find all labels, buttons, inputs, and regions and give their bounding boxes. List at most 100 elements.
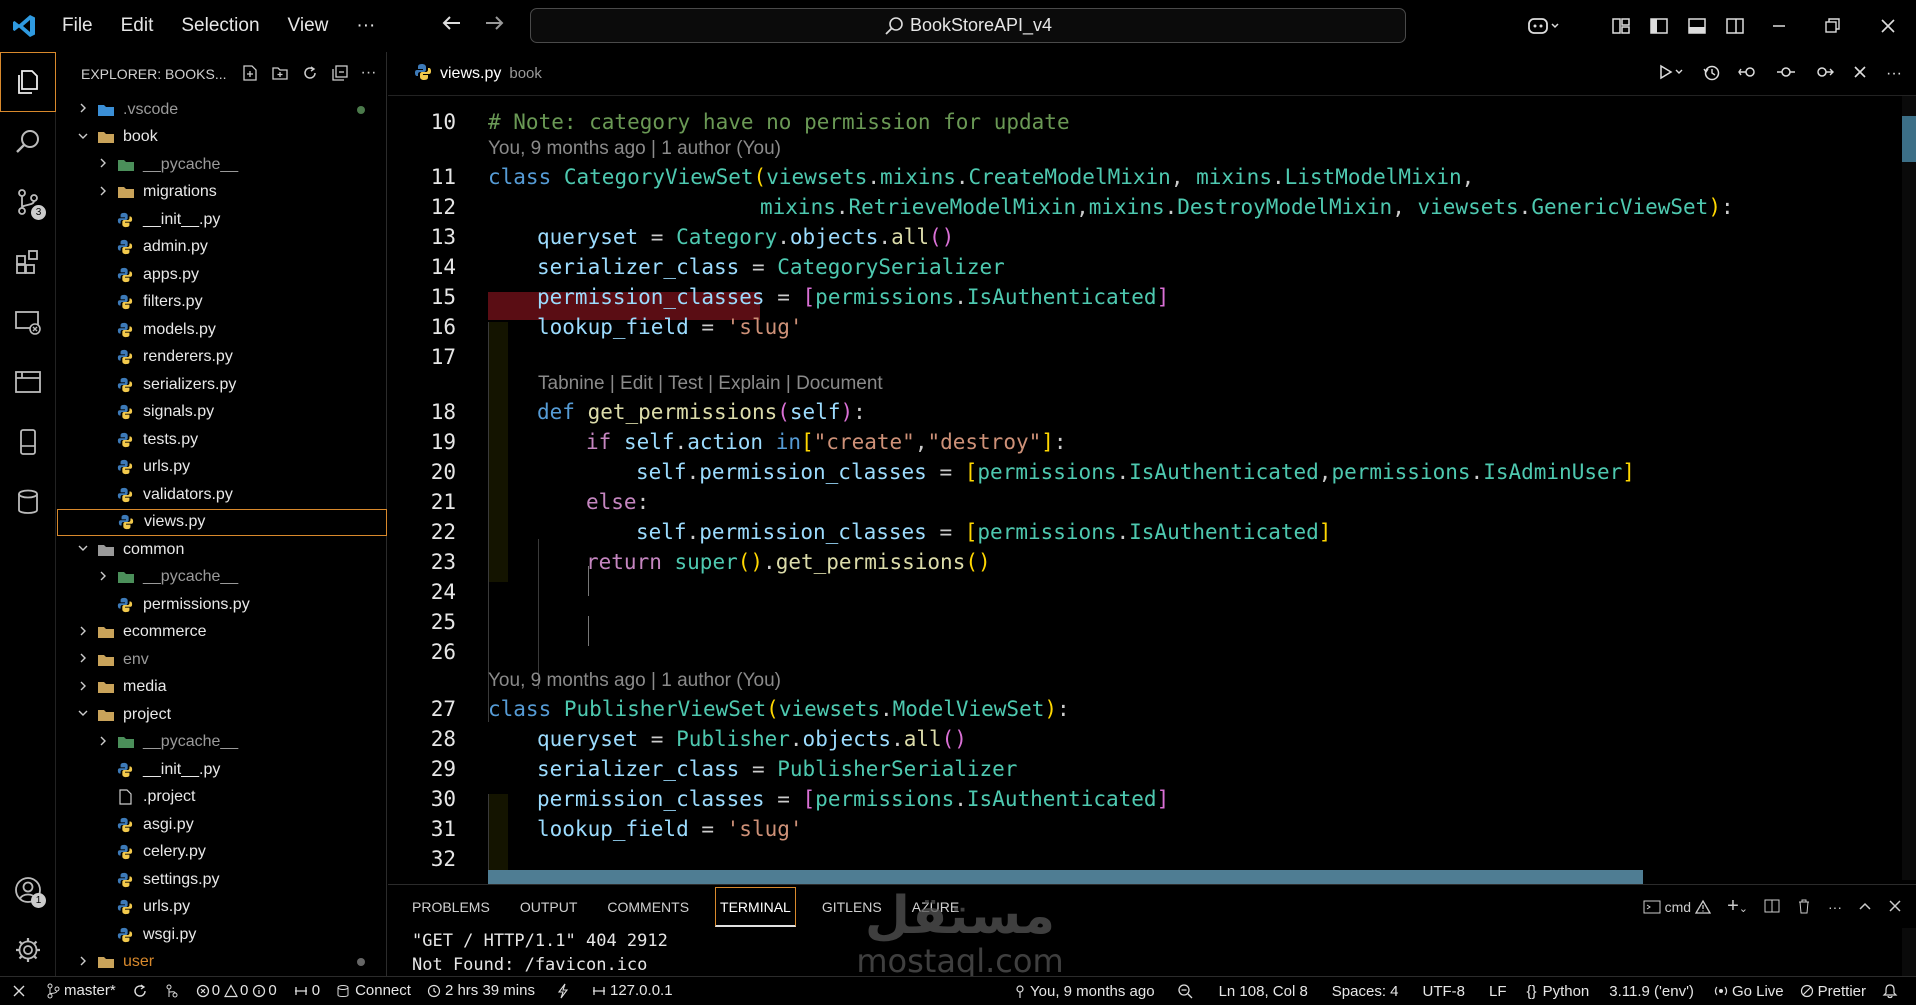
tree-folder[interactable]: book — [57, 124, 387, 151]
tree-folder[interactable]: __pycache__ — [57, 729, 387, 756]
cursor-position[interactable]: Ln 108, Col 8 — [1207, 983, 1320, 1000]
tree-file[interactable]: tests.py — [57, 426, 387, 453]
forward-arrow-icon[interactable] — [484, 12, 506, 38]
source-control-icon[interactable]: 3 — [0, 172, 56, 232]
tree-file[interactable]: __init__.py — [57, 756, 387, 783]
zoom-icon[interactable] — [1163, 983, 1207, 999]
tree-file[interactable]: filters.py — [57, 289, 387, 316]
vertical-scrollbar[interactable] — [1902, 96, 1916, 880]
connect-button[interactable]: Connect — [328, 982, 419, 999]
toggle-sidebar-icon[interactable] — [1640, 16, 1678, 36]
tree-file[interactable]: urls.py — [57, 894, 387, 921]
prettier-indicator[interactable]: Prettier — [1792, 983, 1874, 1000]
tree-folder[interactable]: __pycache__ — [57, 151, 387, 178]
tree-file[interactable]: settings.py — [57, 866, 387, 893]
tree-folder[interactable]: project — [57, 701, 387, 728]
toggle-panel-icon[interactable] — [1678, 16, 1716, 36]
remote-explorer-icon[interactable] — [0, 292, 56, 352]
tree-folder[interactable]: ecommerce — [57, 619, 387, 646]
customize-layout-icon[interactable] — [1602, 16, 1640, 36]
git-blame-annotation[interactable]: You, 9 months ago | 1 author (You) — [488, 138, 781, 160]
explorer-icon[interactable] — [0, 52, 56, 112]
tree-folder[interactable]: media — [57, 674, 387, 701]
copilot-icon[interactable] — [1516, 16, 1572, 36]
close-window-icon[interactable] — [1860, 16, 1916, 36]
run-icon[interactable] — [1658, 63, 1684, 85]
panels-icon[interactable] — [0, 352, 56, 412]
tab-terminal[interactable]: TERMINAL — [715, 887, 796, 927]
minimize-icon[interactable] — [1754, 16, 1804, 36]
maximize-panel-icon[interactable] — [1858, 899, 1872, 916]
tree-folder[interactable]: migrations — [57, 179, 387, 206]
encoding[interactable]: UTF-8 — [1411, 983, 1478, 1000]
menu-edit[interactable]: Edit — [107, 15, 168, 37]
go-live-button[interactable]: Go Live — [1706, 983, 1792, 1000]
tree-file[interactable]: validators.py — [57, 481, 387, 508]
sync-icon[interactable] — [124, 983, 156, 999]
tree-folder[interactable]: .vscode — [57, 96, 387, 123]
tree-file[interactable]: celery.py — [57, 839, 387, 866]
close-editor-icon[interactable] — [1852, 64, 1868, 84]
tree-file[interactable]: renderers.py — [57, 344, 387, 371]
tree-file[interactable]: wsgi.py — [57, 921, 387, 948]
git-blame-annotation[interactable]: You, 9 months ago | 1 author (You) — [488, 670, 781, 692]
wakatime-indicator[interactable]: 2 hrs 39 mins — [419, 982, 543, 999]
tree-file[interactable]: __init__.py — [57, 206, 387, 233]
horizontal-scrollbar[interactable] — [488, 870, 1643, 884]
tree-file[interactable]: permissions.py — [57, 591, 387, 618]
tab-views-py[interactable]: views.py book — [388, 52, 542, 96]
new-file-icon[interactable] — [241, 64, 259, 85]
tree-file[interactable]: serializers.py — [57, 371, 387, 398]
server-indicator[interactable]: 127.0.0.1 — [583, 982, 681, 999]
commit-icon[interactable] — [1776, 63, 1796, 85]
tree-file[interactable]: apps.py — [57, 261, 387, 288]
close-panel-icon[interactable] — [1888, 899, 1902, 916]
toggle-secondary-sidebar-icon[interactable] — [1716, 16, 1754, 36]
terminal-output[interactable]: "GET / HTTP/1.1" 404 2912 Not Found: /fa… — [388, 929, 1916, 977]
problems-indicator[interactable]: 0 0 0 — [188, 982, 285, 999]
language-mode[interactable]: {} Python — [1519, 983, 1598, 1000]
tree-file[interactable]: models.py — [57, 316, 387, 343]
tab-problems[interactable]: PROBLEMS — [412, 887, 490, 927]
editor-more-icon[interactable]: ··· — [1886, 65, 1902, 83]
terminal-shell-selector[interactable]: cmd — [1643, 899, 1712, 915]
tab-output[interactable]: OUTPUT — [520, 887, 578, 927]
back-arrow-icon[interactable] — [440, 12, 462, 38]
vscode-logo-icon[interactable] — [0, 0, 48, 52]
command-center-search[interactable]: BookStoreAPI_v4 — [530, 8, 1406, 43]
tree-file[interactable]: .project — [57, 784, 387, 811]
search-icon[interactable] — [0, 112, 56, 172]
menu-view[interactable]: View — [274, 15, 343, 37]
collapse-all-icon[interactable] — [331, 64, 349, 85]
notifications-icon[interactable] — [1874, 983, 1906, 999]
split-terminal-icon[interactable] — [1764, 898, 1780, 917]
menu-file[interactable]: File — [48, 15, 107, 37]
tree-folder[interactable]: common — [57, 536, 387, 563]
device-icon[interactable] — [0, 412, 56, 472]
tree-folder[interactable]: env — [57, 646, 387, 673]
tab-azure[interactable]: AZURE — [912, 887, 959, 927]
settings-gear-icon[interactable] — [0, 920, 56, 980]
python-interpreter[interactable]: 3.11.9 ('env') — [1597, 983, 1706, 1000]
tree-file[interactable]: views.py — [57, 508, 387, 536]
open-changes-icon[interactable] — [1738, 63, 1758, 85]
git-branch[interactable]: master* — [38, 982, 124, 999]
indentation[interactable]: Spaces: 4 — [1320, 983, 1411, 1000]
tree-file[interactable]: signals.py — [57, 399, 387, 426]
tabnine-codelens[interactable]: Tabnine | Edit | Test | Explain | Docume… — [538, 373, 883, 395]
code-editor[interactable]: 10 # Note: category have no permission fo… — [388, 96, 1916, 880]
remote-indicator[interactable] — [0, 984, 38, 998]
new-terminal-icon[interactable]: +⌄ — [1727, 896, 1748, 917]
terminal-scrollbar[interactable] — [1902, 928, 1916, 976]
menu-selection[interactable]: Selection — [167, 15, 273, 37]
blame-indicator[interactable]: You, 9 months ago — [1006, 983, 1163, 1000]
new-folder-icon[interactable] — [271, 64, 289, 85]
accounts-icon[interactable]: 1 — [0, 860, 56, 920]
kill-terminal-icon[interactable] — [1796, 898, 1812, 917]
database-icon[interactable] — [0, 472, 56, 532]
vertical-scrollbar-thumb[interactable] — [1902, 116, 1916, 162]
tree-folder[interactable]: user — [57, 949, 387, 976]
ports-indicator[interactable]: 0 — [285, 982, 328, 999]
gitlens-graph-icon[interactable] — [156, 983, 188, 999]
extensions-icon[interactable] — [0, 232, 56, 292]
